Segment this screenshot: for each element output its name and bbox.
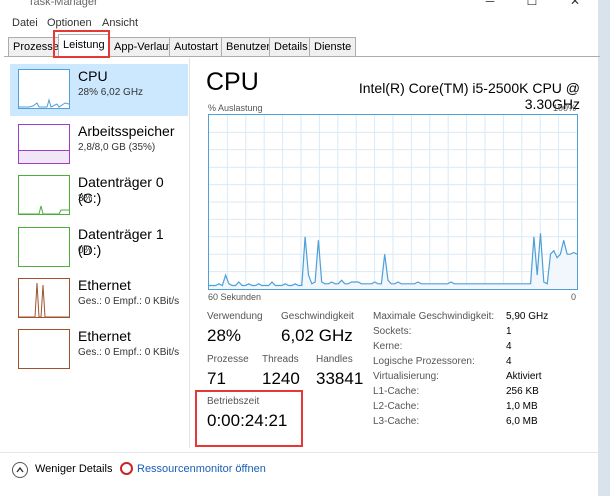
sidebar-disk1-sub: 0% — [78, 245, 93, 256]
menu-optionen[interactable]: Optionen — [47, 17, 92, 29]
sidebar-ethernet1-sub: Ges.: 0 Empf.: 0 KBit/s — [78, 296, 180, 307]
chevron-up-icon[interactable] — [12, 462, 28, 478]
cpu-usage-graph — [208, 114, 578, 290]
prop-value: 1,0 MB — [506, 401, 538, 412]
graph-max-label: 100% — [553, 103, 577, 113]
disk0-thumbnail — [18, 175, 70, 215]
tab-benutzer[interactable]: Benutzer — [221, 37, 276, 56]
prop-value: Aktiviert — [506, 371, 542, 382]
window-title: Task-Manager — [28, 0, 98, 8]
geschwindigkeit-label: Geschwindigkeit — [281, 311, 354, 322]
ethernet2-thumbnail — [18, 329, 70, 369]
tab-details[interactable]: Details — [269, 37, 313, 56]
cpu-model: Intel(R) Core(TM) i5-2500K CPU @ 3.30GHz — [358, 80, 580, 112]
prop-value: 6,0 MB — [506, 416, 538, 427]
verwendung-label: Verwendung — [207, 311, 263, 322]
sidebar-memory-name: Arbeitsspeicher — [78, 123, 175, 139]
prop-value: 1 — [506, 326, 512, 337]
menu-datei[interactable]: Datei — [12, 17, 38, 29]
prop-value: 4 — [506, 356, 512, 367]
prop-label: L3-Cache: — [373, 416, 420, 427]
highlight-box-leistung — [53, 30, 110, 58]
sidebar-cpu-sub: 28% 6,02 GHz — [78, 87, 144, 98]
graph-ylabel: % Auslastung — [208, 103, 263, 113]
sidebar-disk0-sub: 3% — [78, 193, 93, 204]
desktop-background — [598, 0, 610, 496]
sidebar-cpu-name: CPU — [78, 68, 108, 84]
ethernet1-thumbnail — [18, 278, 70, 318]
tab-autostart[interactable]: Autostart — [169, 37, 224, 56]
threads-value: 1240 — [262, 369, 300, 388]
threads-label: Threads — [262, 354, 299, 365]
sidebar-item-disk0[interactable]: Datenträger 0 (C:) 3% — [10, 170, 188, 222]
footer: Weniger Details Ressourcenmonitor öffnen — [0, 452, 598, 488]
prop-value: 256 KB — [506, 386, 539, 397]
title-bar: Task-Manager ─ ☐ ✕ — [0, 0, 610, 14]
sidebar-item-ethernet2[interactable]: Ethernet Ges.: 0 Empf.: 0 KBit/s — [10, 324, 188, 376]
handles-label: Handles — [316, 354, 353, 365]
disk1-thumbnail — [18, 227, 70, 267]
cpu-thumbnail — [18, 69, 70, 109]
prozesse-label: Prozesse — [207, 354, 249, 365]
prozesse-value: 71 — [207, 369, 226, 388]
prop-label: Virtualisierung: — [373, 371, 439, 382]
prop-label: Logische Prozessoren: — [373, 356, 475, 367]
prop-label: L2-Cache: — [373, 401, 420, 412]
sidebar-disk1-name: Datenträger 1 (D:) — [78, 226, 164, 258]
sidebar-item-memory[interactable]: Arbeitsspeicher 2,8/8,0 GB (35%) — [10, 119, 188, 171]
performance-sidebar: CPU 28% 6,02 GHz Arbeitsspeicher 2,8/8,0… — [4, 58, 190, 448]
sidebar-item-disk1[interactable]: Datenträger 1 (D:) 0% — [10, 222, 188, 274]
page-title: CPU — [206, 68, 259, 96]
sidebar-item-ethernet1[interactable]: Ethernet Ges.: 0 Empf.: 0 KBit/s — [10, 273, 188, 325]
sidebar-item-cpu[interactable]: CPU 28% 6,02 GHz — [10, 64, 188, 116]
minimize-button[interactable]: ─ — [470, 0, 510, 12]
memory-fill — [19, 149, 69, 163]
prop-label: L1-Cache: — [373, 386, 420, 397]
ethernet1-thumbnail-graph — [19, 282, 69, 317]
prop-label: Maximale Geschwindigkeit: — [373, 311, 495, 322]
prop-value: 5,90 GHz — [506, 311, 549, 322]
cpu-thumbnail-graph — [19, 98, 69, 108]
maximize-button[interactable]: ☐ — [512, 0, 552, 12]
geschwindigkeit-value: 6,02 GHz — [281, 326, 353, 345]
menu-ansicht[interactable]: Ansicht — [102, 17, 138, 29]
disk0-thumbnail-graph — [19, 205, 69, 214]
less-details-button[interactable]: Weniger Details — [35, 463, 112, 475]
prop-label: Kerne: — [373, 341, 403, 352]
sidebar-ethernet2-name: Ethernet — [78, 328, 131, 344]
highlight-box-uptime — [195, 390, 303, 447]
tab-app-verlauf[interactable]: App-Verlauf — [109, 37, 177, 56]
graph-min-label: 0 — [571, 292, 577, 302]
close-button[interactable]: ✕ — [555, 0, 595, 12]
sidebar-ethernet1-name: Ethernet — [78, 277, 131, 293]
resource-monitor-link[interactable]: Ressourcenmonitor öffnen — [137, 463, 266, 475]
sidebar-ethernet2-sub: Ges.: 0 Empf.: 0 KBit/s — [78, 347, 180, 358]
cpu-usage-svg — [209, 115, 578, 289]
verwendung-value: 28% — [207, 326, 242, 345]
sidebar-memory-sub: 2,8/8,0 GB (35%) — [78, 142, 156, 153]
graph-time-label: 60 Sekunden — [208, 292, 262, 302]
tab-dienste[interactable]: Dienste — [309, 37, 357, 56]
handles-value: 33841 — [316, 369, 364, 388]
prop-value: 4 — [506, 341, 512, 352]
sidebar-disk0-name: Datenträger 0 (C:) — [78, 174, 164, 206]
prop-label: Sockets: — [373, 326, 412, 337]
memory-thumbnail — [18, 124, 70, 164]
resource-monitor-icon — [120, 462, 133, 475]
